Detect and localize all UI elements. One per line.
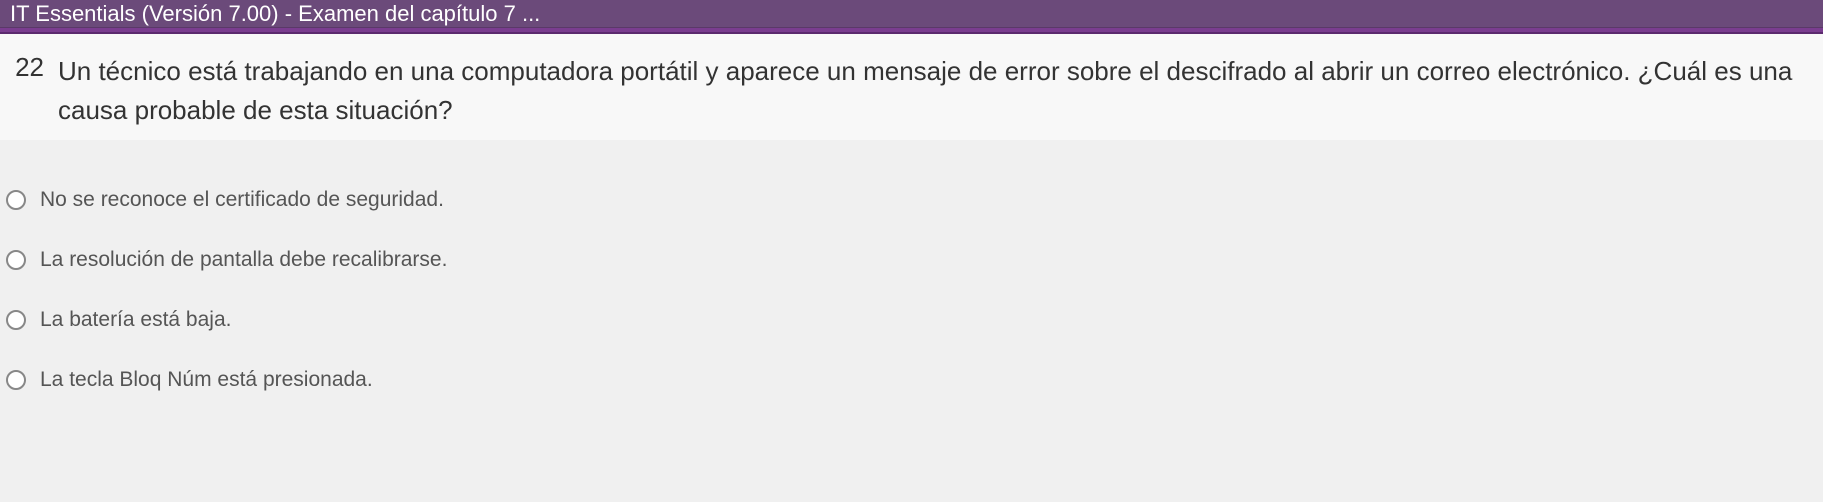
option-row[interactable]: La batería está baja. xyxy=(6,290,1823,350)
radio-icon[interactable] xyxy=(6,370,26,390)
options-list: No se reconoce el certificado de segurid… xyxy=(0,170,1823,410)
radio-icon[interactable] xyxy=(6,250,26,270)
question-text: Un técnico está trabajando en una comput… xyxy=(58,52,1803,130)
question-row: 22 Un técnico está trabajando en una com… xyxy=(10,52,1803,130)
header-title: IT Essentials (Versión 7.00) - Examen de… xyxy=(10,1,540,26)
header-bar: IT Essentials (Versión 7.00) - Examen de… xyxy=(0,0,1823,28)
option-label: La batería está baja. xyxy=(40,308,231,332)
option-label: No se reconoce el certificado de segurid… xyxy=(40,188,444,212)
option-label: La resolución de pantalla debe recalibra… xyxy=(40,248,447,272)
option-row[interactable]: La resolución de pantalla debe recalibra… xyxy=(6,230,1823,290)
question-number: 22 xyxy=(10,52,44,83)
radio-icon[interactable] xyxy=(6,190,26,210)
option-label: La tecla Bloq Núm está presionada. xyxy=(40,368,373,392)
option-row[interactable]: No se reconoce el certificado de segurid… xyxy=(6,170,1823,230)
radio-icon[interactable] xyxy=(6,310,26,330)
option-row[interactable]: La tecla Bloq Núm está presionada. xyxy=(6,350,1823,410)
question-block: 22 Un técnico está trabajando en una com… xyxy=(0,34,1823,140)
